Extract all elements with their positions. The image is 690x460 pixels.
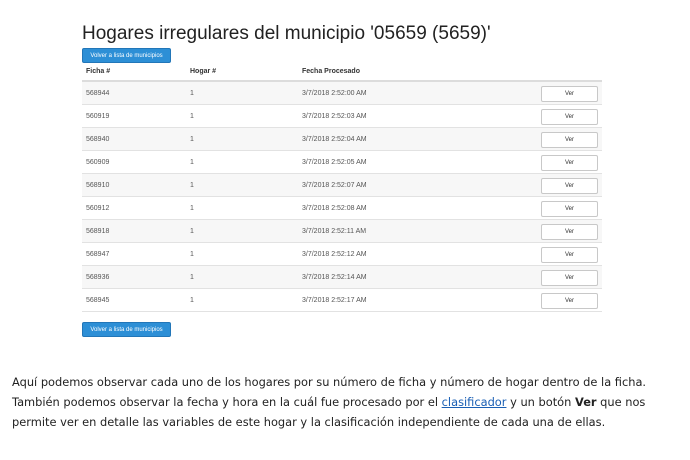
view-button[interactable]: Ver — [541, 109, 598, 125]
cell-hogar: 1 — [190, 90, 194, 97]
view-button[interactable]: Ver — [541, 224, 598, 240]
households-table: Ficha # Hogar # Fecha Procesado 568944 1 3… — [82, 62, 602, 312]
view-button[interactable]: Ver — [541, 293, 598, 309]
cell-fecha: 3/7/2018 2:52:17 AM — [302, 297, 367, 304]
cell-ficha: 568940 — [86, 136, 110, 143]
table-row: 568945 1 3/7/2018 2:52:17 AM Ver — [82, 289, 602, 312]
cell-ficha: 560909 — [86, 159, 110, 166]
header-fecha: Fecha Procesado — [302, 68, 360, 75]
cell-hogar: 1 — [190, 274, 194, 281]
cell-hogar: 1 — [190, 182, 194, 189]
table-header: Ficha # Hogar # Fecha Procesado — [82, 62, 602, 82]
back-to-municipalities-button-bottom[interactable]: Volver a lista de municipios — [82, 322, 171, 337]
description-paragraph: Aquí podemos observar cada uno de los ho… — [12, 372, 684, 432]
view-button[interactable]: Ver — [541, 86, 598, 102]
table-body: 568944 1 3/7/2018 2:52:00 AM Ver 560919 1 3/7/… — [82, 82, 602, 312]
view-button[interactable]: Ver — [541, 247, 598, 263]
table-row: 568947 1 3/7/2018 2:52:12 AM Ver — [82, 243, 602, 266]
cell-fecha: 3/7/2018 2:52:11 AM — [302, 228, 367, 235]
view-button[interactable]: Ver — [541, 178, 598, 194]
cell-hogar: 1 — [190, 159, 194, 166]
cell-fecha: 3/7/2018 2:52:08 AM — [302, 205, 367, 212]
table-row: 568944 1 3/7/2018 2:52:00 AM Ver — [82, 82, 602, 105]
cell-ficha: 568944 — [86, 90, 110, 97]
view-button[interactable]: Ver — [541, 132, 598, 148]
cell-ficha: 560919 — [86, 113, 110, 120]
cell-hogar: 1 — [190, 297, 194, 304]
header-ficha: Ficha # — [86, 68, 111, 75]
cell-hogar: 1 — [190, 251, 194, 258]
view-button[interactable]: Ver — [541, 270, 598, 286]
cell-ficha: 568918 — [86, 228, 110, 235]
back-to-municipalities-button[interactable]: Volver a lista de municipios — [82, 48, 171, 63]
cell-ficha: 568945 — [86, 297, 110, 304]
description-text-2: y un botón — [506, 395, 575, 409]
cell-fecha: 3/7/2018 2:52:14 AM — [302, 274, 367, 281]
cell-fecha: 3/7/2018 2:52:00 AM — [302, 90, 367, 97]
view-button[interactable]: Ver — [541, 201, 598, 217]
cell-fecha: 3/7/2018 2:52:03 AM — [302, 113, 367, 120]
cell-hogar: 1 — [190, 205, 194, 212]
table-row: 560912 1 3/7/2018 2:52:08 AM Ver — [82, 197, 602, 220]
table-row: 568936 1 3/7/2018 2:52:14 AM Ver — [82, 266, 602, 289]
cell-fecha: 3/7/2018 2:52:07 AM — [302, 182, 367, 189]
header-hogar: Hogar # — [190, 68, 217, 75]
description-ver-bold: Ver — [575, 395, 597, 409]
cell-ficha: 568936 — [86, 274, 110, 281]
cell-ficha: 560912 — [86, 205, 110, 212]
table-row: 560909 1 3/7/2018 2:52:05 AM Ver — [82, 151, 602, 174]
cell-ficha: 568910 — [86, 182, 110, 189]
table-row: 568910 1 3/7/2018 2:52:07 AM Ver — [82, 174, 602, 197]
cell-fecha: 3/7/2018 2:52:04 AM — [302, 136, 367, 143]
classifier-link[interactable]: clasificador — [442, 395, 507, 409]
view-button[interactable]: Ver — [541, 155, 598, 171]
cell-ficha: 568947 — [86, 251, 110, 258]
cell-hogar: 1 — [190, 113, 194, 120]
page-title: Hogares irregulares del municipio '05659… — [82, 23, 491, 44]
cell-hogar: 1 — [190, 136, 194, 143]
table-row: 568918 1 3/7/2018 2:52:11 AM Ver — [82, 220, 602, 243]
table-row: 560919 1 3/7/2018 2:52:03 AM Ver — [82, 105, 602, 128]
cell-fecha: 3/7/2018 2:52:05 AM — [302, 159, 367, 166]
table-row: 568940 1 3/7/2018 2:52:04 AM Ver — [82, 128, 602, 151]
cell-fecha: 3/7/2018 2:52:12 AM — [302, 251, 367, 258]
cell-hogar: 1 — [190, 228, 194, 235]
